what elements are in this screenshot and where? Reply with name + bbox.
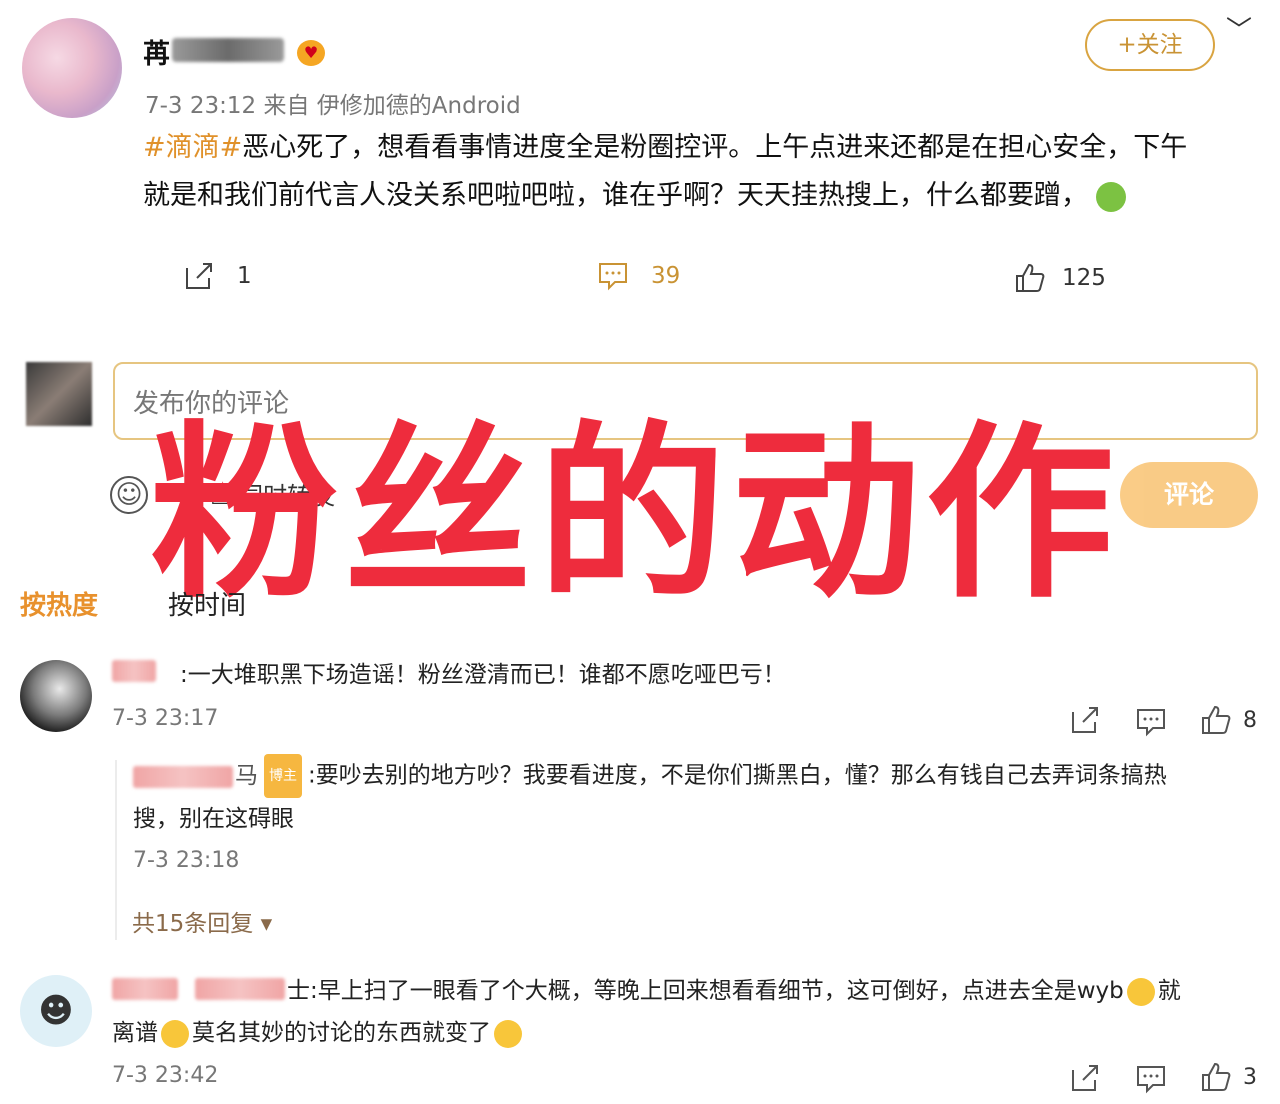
follow-button[interactable]: +关注 [1085, 19, 1215, 71]
share-count: 1 [237, 263, 252, 289]
comment-icon[interactable] [1135, 706, 1167, 738]
commenter-name-redacted [112, 660, 156, 682]
comment-like-count: 3 [1243, 1065, 1257, 1090]
submit-comment-button[interactable]: 评论 [1120, 462, 1258, 528]
overlay-caption: 粉丝的动作 [150, 405, 1120, 624]
commenter-avatar[interactable] [20, 660, 92, 732]
like-count: 125 [1062, 265, 1106, 291]
replier-name[interactable]: 马 [235, 763, 258, 789]
post-text-line2: 就是和我们前代言人没关系吧啦吧啦，谁在乎啊？天天挂热搜上，什么都要蹭， [143, 180, 1088, 211]
comment-text: 士:早上扫了一眼看了个大概，等晚上回来想看看细节，这可倒好，点进去全是wyb 就 … [112, 970, 1262, 1054]
thumbs-up-icon[interactable] [1200, 1061, 1232, 1093]
comment-icon [597, 260, 629, 292]
comment-text-line1-end: 就 [1157, 978, 1181, 1004]
comment-time: 7-3 23:42 [112, 1063, 219, 1088]
comment-time: 7-3 23:17 [112, 706, 219, 731]
hashtag-link[interactable]: #滴滴# [143, 132, 242, 163]
comment-icon[interactable] [1135, 1063, 1167, 1095]
comment-button[interactable]: 39 [597, 260, 680, 292]
my-avatar [26, 362, 92, 426]
thumbs-up-icon [1014, 262, 1046, 294]
comment-text-line2b: 莫名其妙的讨论的东西就变了 [192, 1020, 491, 1046]
comment-like-count: 8 [1243, 708, 1257, 733]
post-text: #滴滴#恶心死了，想看看事情进度全是粉圈控评。上午点进来还都是在担心安全，下午 … [143, 124, 1258, 220]
comment-count: 39 [651, 263, 681, 289]
post-meta: 7-3 23:12 来自 伊修加德的Android [145, 93, 521, 119]
author-avatar[interactable] [22, 18, 122, 118]
thumbs-up-icon[interactable] [1200, 704, 1232, 736]
comment-text-line1: 士:早上扫了一眼看了个大概，等晚上回来想看看细节，这可倒好，点进去全是wyb [287, 978, 1124, 1004]
author-badge: 博主 [264, 754, 302, 798]
shrug-emoji-icon [494, 1019, 522, 1048]
reply-text-line1: :要吵去别的地方吵？我要看进度，不是你们撕黑白，懂？那么有钱自己去弄词条搞热 [308, 762, 1167, 789]
heart-face-icon: ♥ [297, 40, 325, 66]
shrug-emoji-icon [1126, 977, 1155, 1006]
author-name[interactable]: 苒 [143, 32, 170, 71]
author-name-redacted [172, 38, 284, 62]
chevron-down-icon[interactable]: ﹀ [1226, 10, 1252, 47]
share-icon[interactable] [1069, 1062, 1101, 1094]
comment-text: :一大堆职黑下场造谣！粉丝澄清而已！谁都不愿吃哑巴亏！ [180, 662, 786, 688]
share-icon[interactable] [1069, 704, 1101, 736]
post-text-line1: 恶心死了，想看看事情进度全是粉圈控评。上午点进来还都是在担心安全，下午 [242, 132, 1188, 163]
emoji-picker-icon[interactable]: ☺ [110, 476, 148, 514]
vomit-emoji-icon [1096, 181, 1126, 212]
tab-sort-hot[interactable]: 按热度 [20, 585, 98, 622]
reply-divider [115, 760, 117, 940]
comment-text-line2a: 离谱 [112, 1020, 158, 1046]
like-button[interactable]: 125 [1014, 262, 1106, 294]
reply-time: 7-3 23:18 [133, 848, 240, 873]
reply-text-line2: 搜，别在这碍眼 [133, 806, 294, 832]
reply-text: 马博主:要吵去别的地方吵？我要看进度，不是你们撕黑白，懂？那么有钱自己去弄词条搞… [133, 754, 1253, 840]
tab-sort-time[interactable]: 按时间 [168, 585, 246, 622]
share-button[interactable]: 1 [183, 260, 252, 292]
more-replies-link[interactable]: 共15条回复 ▾ [132, 904, 272, 938]
shrug-emoji-icon [161, 1019, 189, 1048]
share-icon [183, 260, 215, 292]
commenter-avatar[interactable]: ☻ [20, 975, 92, 1047]
